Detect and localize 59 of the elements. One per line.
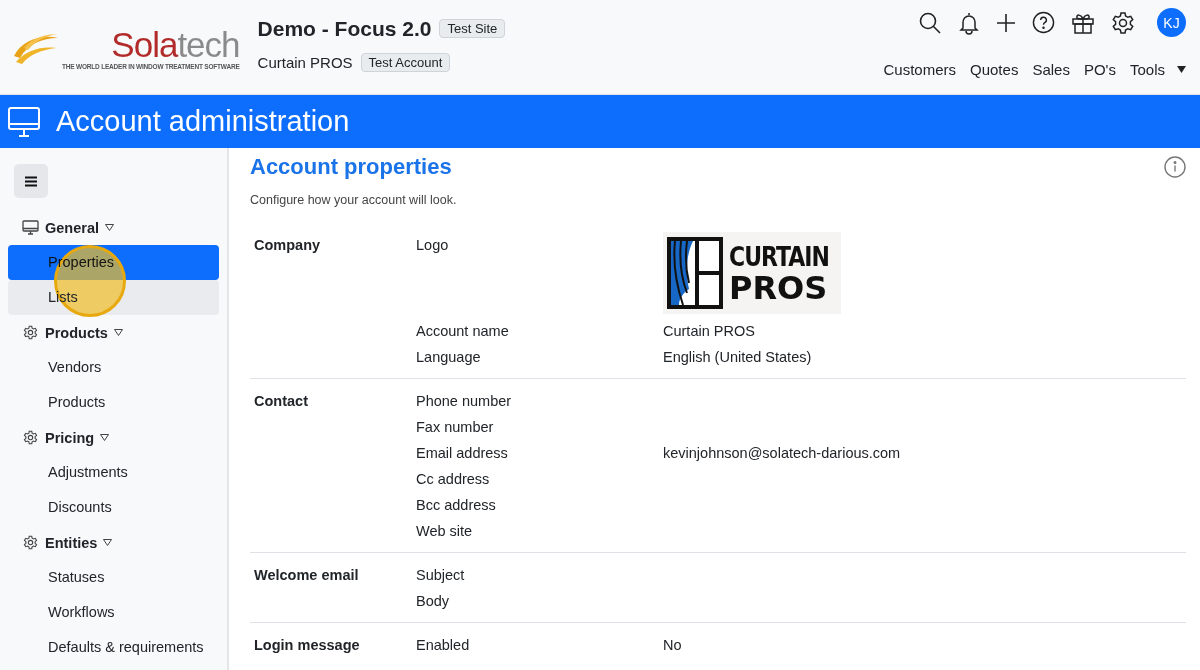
gear-icon: [22, 325, 38, 340]
field-label: Phone number: [416, 392, 513, 411]
sidebar-item[interactable]: Workflows: [8, 595, 219, 630]
nav-link[interactable]: Sales: [1032, 61, 1070, 78]
field-label: Web site: [416, 522, 474, 541]
caret-icon: [1177, 66, 1186, 73]
info-icon[interactable]: [1164, 156, 1186, 178]
sidebar-group-header[interactable]: General: [45, 219, 99, 236]
plus-icon[interactable]: [996, 12, 1016, 33]
field-label: Cc address: [416, 470, 491, 489]
site-badge: Test Site: [439, 19, 506, 38]
field-value: English (United States): [663, 348, 813, 367]
sidebar-item[interactable]: Discounts: [8, 490, 219, 525]
site-title: Demo - Focus 2.0: [257, 16, 432, 41]
field-label: Enabled: [416, 636, 471, 655]
nav-link[interactable]: PO's: [1083, 61, 1116, 78]
panel-title: Account properties: [250, 154, 452, 180]
user-avatar[interactable]: KJ: [1157, 8, 1186, 37]
field-label: Subject: [416, 566, 466, 585]
field-label: Bcc address: [416, 496, 497, 515]
account-name: Curtain PROS: [257, 53, 353, 71]
menu-icon: [25, 175, 37, 187]
field-value: kevinjohnson@solatech-darious.com: [663, 444, 902, 463]
company-logo: CURTAIN PROS: [663, 232, 841, 314]
sidebar-item[interactable]: Defaults & requirements: [8, 630, 219, 665]
field-label: Email address: [416, 444, 509, 463]
section-label: Contact: [254, 392, 309, 411]
panel-subtitle: Configure how your account will look.: [250, 193, 458, 207]
monitor-icon: [21, 220, 39, 235]
sidebar-item[interactable]: Adjustments: [8, 455, 219, 490]
search-icon[interactable]: [918, 10, 942, 35]
nav-link[interactable]: Quotes: [970, 61, 1019, 78]
field-value: No: [663, 636, 683, 655]
sidebar-item[interactable]: Vendors: [8, 350, 219, 385]
sidebar-group-header[interactable]: Entities: [45, 534, 98, 551]
sidebar-item[interactable]: Statuses: [8, 560, 219, 595]
sidebar-group-header[interactable]: Products: [45, 324, 108, 341]
field-label: Body: [416, 592, 451, 611]
page-banner-title: Account administration: [56, 105, 350, 138]
nav-link[interactable]: Customers: [883, 61, 956, 78]
nav-dropdown[interactable]: Tools: [1129, 61, 1186, 78]
field-label: Language: [416, 348, 482, 367]
help-icon[interactable]: [1032, 11, 1055, 34]
bell-icon[interactable]: [958, 10, 980, 35]
field-label: Account name: [416, 322, 510, 341]
settings-icon[interactable]: [1111, 10, 1135, 35]
menu-button[interactable]: [14, 164, 48, 198]
section-label: Login message: [254, 636, 361, 655]
sidebar-item[interactable]: Products: [8, 385, 219, 420]
field-label: Fax number: [416, 418, 495, 437]
field-value: Curtain PROS: [663, 322, 756, 341]
section-label: Company: [254, 236, 322, 255]
monitor-icon: [8, 106, 40, 137]
gear-icon: [22, 430, 38, 445]
section-label: Welcome email: [254, 566, 360, 585]
field-label: Logo: [416, 236, 450, 255]
gear-icon: [22, 535, 38, 550]
sidebar-group-header[interactable]: Pricing: [45, 429, 95, 446]
account-badge: Test Account: [360, 52, 451, 72]
